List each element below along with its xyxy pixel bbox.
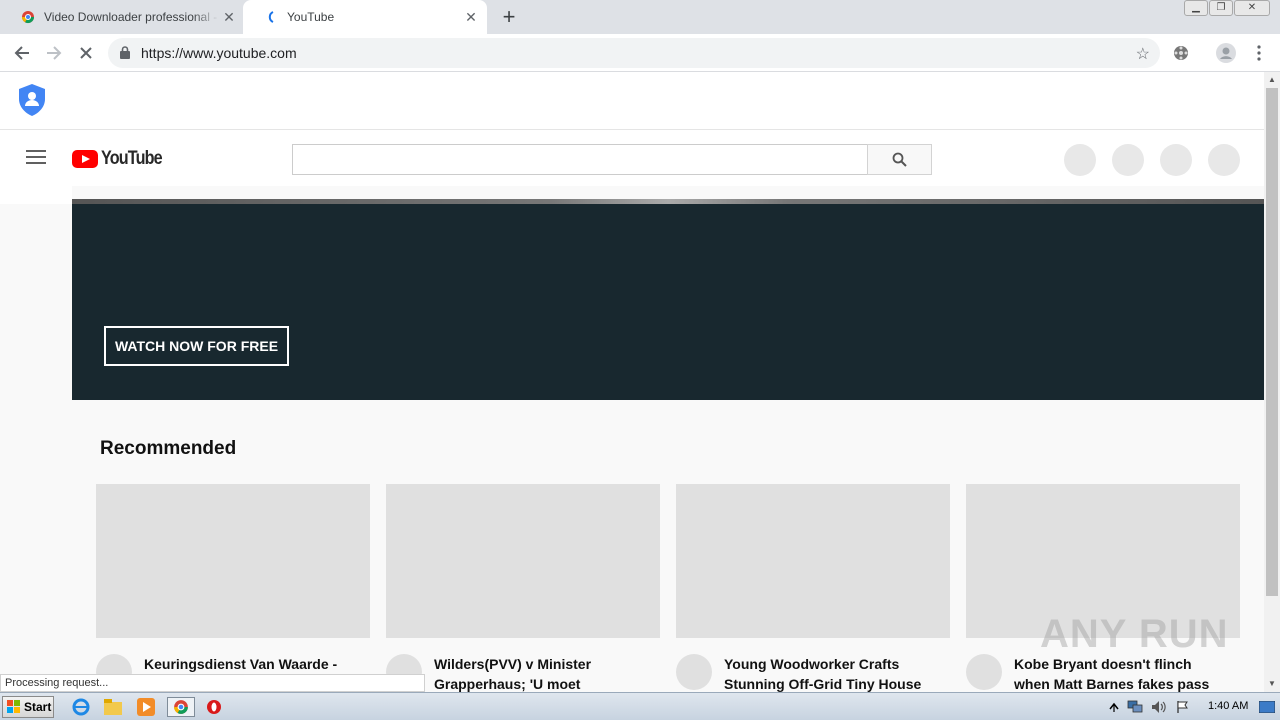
loading-spinner-icon [263, 9, 279, 25]
volume-icon[interactable] [1150, 697, 1168, 717]
anyrun-watermark: ANY RUN [1040, 612, 1229, 656]
consent-bar [0, 72, 1264, 130]
forward-arrow-icon [47, 46, 62, 60]
promo-banner: WATCH NOW FOR FREE [72, 199, 1264, 400]
forward-button[interactable] [42, 42, 66, 64]
masthead-placeholder-button[interactable] [1112, 144, 1144, 176]
file-explorer-icon[interactable] [102, 697, 124, 717]
back-arrow-icon [14, 46, 29, 60]
back-button[interactable] [10, 42, 34, 64]
media-player-icon[interactable] [135, 697, 157, 717]
three-dots-icon [1257, 45, 1261, 61]
film-extension-icon [1174, 46, 1188, 60]
channel-avatar[interactable] [676, 654, 712, 690]
profile-avatar-icon [1216, 43, 1236, 63]
status-bubble: Processing request... [0, 674, 425, 692]
new-tab-button[interactable]: + [499, 6, 519, 28]
taskbar-clock[interactable]: 1:40 AM [1208, 700, 1248, 712]
minimize-button[interactable]: ▁ [1184, 0, 1208, 16]
stop-icon [80, 47, 92, 59]
action-center-flag-icon[interactable] [1174, 697, 1192, 717]
search-input[interactable] [292, 144, 868, 175]
video-thumbnail[interactable] [386, 484, 660, 638]
windows-taskbar: Start 1:40 AM [0, 692, 1280, 720]
opera-icon[interactable] [203, 697, 225, 717]
youtube-masthead: YouTube [0, 130, 1264, 186]
video-thumbnail[interactable] [676, 484, 950, 638]
tab-close-icon[interactable]: ✕ [463, 9, 479, 25]
banner-image-edge [72, 199, 1264, 204]
video-card[interactable]: Young Woodworker Crafts Stunning Off-Gri… [676, 484, 950, 692]
chrome-taskbar-icon[interactable] [167, 697, 195, 717]
search-icon [892, 152, 907, 167]
youtube-logo[interactable]: YouTube [72, 148, 172, 170]
windows-logo-icon [7, 700, 20, 713]
show-desktop-button[interactable] [1256, 697, 1278, 717]
browser-toolbar: https://www.youtube.com ☆ [0, 34, 1280, 72]
masthead-placeholder-button[interactable] [1160, 144, 1192, 176]
page-content: YouTube WATCH NOW FOR FREE Recommended K… [0, 72, 1264, 692]
scroll-down-arrow-icon[interactable]: ▼ [1264, 676, 1280, 692]
stop-loading-button[interactable] [74, 42, 98, 64]
search-button[interactable] [867, 144, 932, 175]
profile-button[interactable] [1214, 42, 1238, 64]
bookmark-star-icon[interactable]: ☆ [1136, 44, 1150, 64]
masthead-placeholder-button[interactable] [1208, 144, 1240, 176]
tab-title: Video Downloader professional - Chr [44, 10, 219, 24]
video-thumbnail[interactable] [96, 484, 370, 638]
video-card[interactable]: Keuringsdienst Van Waarde - [96, 484, 370, 690]
masthead-placeholder-button[interactable] [1064, 144, 1096, 176]
chrome-favicon-icon [20, 9, 36, 25]
section-title: Recommended [100, 438, 237, 459]
tab-strip: Video Downloader professional - Chr ✕ Yo… [0, 0, 1280, 34]
tab-close-icon[interactable]: ✕ [221, 9, 237, 25]
extension-button[interactable] [1169, 42, 1193, 64]
lock-icon [120, 46, 130, 59]
tab-video-downloader[interactable]: Video Downloader professional - Chr ✕ [0, 0, 245, 34]
video-card[interactable]: Wilders(PVV) v Minister Grapperhaus; 'U … [386, 484, 660, 692]
channel-avatar[interactable] [966, 654, 1002, 690]
video-title[interactable]: Wilders(PVV) v Minister Grapperhaus; 'U … [434, 654, 644, 692]
start-label: Start [24, 700, 52, 714]
tab-youtube[interactable]: YouTube ✕ [243, 0, 487, 34]
video-title[interactable]: Young Woodworker Crafts Stunning Off-Gri… [724, 654, 934, 692]
menu-kebab-button[interactable] [1247, 42, 1271, 64]
left-guide-strip [0, 186, 72, 204]
network-icon[interactable] [1126, 697, 1144, 717]
start-button[interactable]: Start [2, 696, 54, 718]
youtube-play-icon [72, 150, 98, 168]
watch-now-button[interactable]: WATCH NOW FOR FREE [104, 326, 289, 366]
scroll-thumb[interactable] [1266, 88, 1278, 596]
vertical-scrollbar[interactable]: ▲ ▼ [1264, 72, 1280, 692]
video-title[interactable]: Kobe Bryant doesn't flinch when Matt Bar… [1014, 654, 1224, 692]
restore-button[interactable]: ❐ [1209, 0, 1233, 16]
internet-explorer-icon[interactable] [70, 697, 92, 717]
close-window-button[interactable]: ✕ [1234, 0, 1270, 16]
privacy-shield-icon[interactable] [19, 84, 45, 116]
hamburger-menu-icon[interactable] [26, 150, 46, 166]
youtube-logo-text: YouTube [101, 148, 163, 169]
video-title[interactable]: Keuringsdienst Van Waarde - [144, 654, 354, 674]
tray-expand-icon[interactable] [1106, 697, 1122, 717]
scroll-up-arrow-icon[interactable]: ▲ [1264, 72, 1280, 88]
url-text: https://www.youtube.com [141, 45, 297, 61]
address-bar[interactable]: https://www.youtube.com ☆ [108, 38, 1160, 68]
tab-title: YouTube [287, 10, 335, 24]
